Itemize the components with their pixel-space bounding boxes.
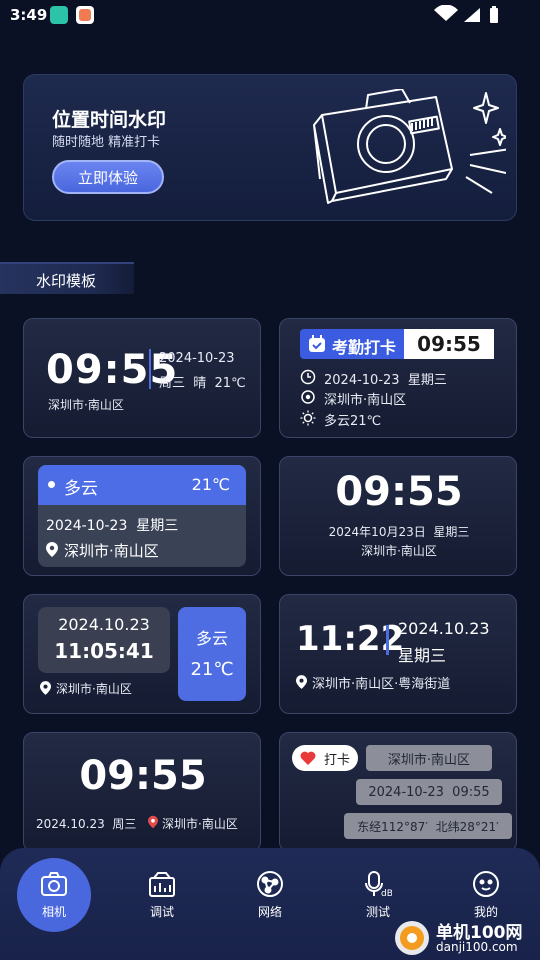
app-notification-icon xyxy=(50,6,68,24)
weather-label: 多云 xyxy=(64,479,98,499)
template-location: 深圳市·南山区 xyxy=(56,682,132,696)
section-title: 水印模板 xyxy=(36,272,97,290)
nav-item-debug[interactable]: 调试 xyxy=(125,858,199,932)
app-notification-icon-2 xyxy=(76,6,94,24)
location-pill: 深圳市·南山区 xyxy=(366,745,492,771)
weather-dot-icon xyxy=(48,481,55,488)
template-card-5[interactable]: 2024.10.23 11:05:41 多云 21℃ 深圳市·南山区 xyxy=(23,594,261,714)
nav-label: 相机 xyxy=(41,905,66,919)
try-now-button[interactable]: 立即体验 xyxy=(52,160,164,194)
location-target-icon xyxy=(301,390,315,404)
clock-icon xyxy=(300,369,316,385)
watermark-logo-icon xyxy=(395,921,429,955)
template-date: 2024-10-23 xyxy=(159,351,235,366)
network-icon xyxy=(257,871,283,897)
weather-panel: 多云 21℃ 2024-10-23 星期三 深圳市·南山区 xyxy=(38,465,246,567)
template-card-4[interactable]: 09:55 2024年10月23日 星期三 深圳市·南山区 xyxy=(279,456,517,576)
template-card-7[interactable]: 09:55 2024.10.23 周三 深圳市·南山区 xyxy=(23,732,261,852)
coordinates-pill: 东经112°87′ 北纬28°21′ xyxy=(344,813,512,839)
promo-banner[interactable]: 位置时间水印 随时随地 精准打卡 立即体验 xyxy=(23,74,517,221)
sun-icon xyxy=(300,410,316,426)
template-date: 2024.10.23 xyxy=(398,619,490,638)
camera-illustration-icon xyxy=(313,89,506,204)
svg-text:dB: dB xyxy=(381,889,392,898)
site-watermark: 单机100网 danji100.com xyxy=(392,916,540,960)
banner-subtitle: 随时随地 精准打卡 xyxy=(52,135,161,150)
calendar-check-icon xyxy=(309,335,325,352)
banner-title: 位置时间水印 xyxy=(52,109,167,131)
template-location: 深圳市·南山区 xyxy=(162,817,238,831)
template-date: 2024-10-23 星期三 xyxy=(324,373,447,388)
template-date: 2024.10.23 xyxy=(58,615,150,634)
checkin-label: 打卡 xyxy=(324,753,351,768)
template-weather: 多云21℃ xyxy=(324,414,382,429)
template-date-weekday: 2024.10.23 周三 xyxy=(36,817,137,831)
template-weekday: 星期三 xyxy=(398,646,447,665)
nav-label: 调试 xyxy=(149,905,174,919)
template-location: 深圳市·南山区 xyxy=(64,542,159,560)
location-pin-icon xyxy=(296,675,307,689)
datetime-panel: 2024.10.23 11:05:41 xyxy=(38,607,170,673)
profile-icon xyxy=(473,871,499,897)
location-pin-icon xyxy=(148,815,158,829)
divider xyxy=(386,625,389,655)
watermark-url: danji100.com xyxy=(436,940,518,954)
weather-label: 多云 xyxy=(195,629,228,648)
status-time: 3:49 xyxy=(10,6,48,24)
nav-label: 网络 xyxy=(257,905,282,919)
weather-header: 多云 21℃ xyxy=(38,465,246,505)
template-weekday-weather: 周三 晴 21℃ xyxy=(159,376,246,391)
template-card-6[interactable]: 11:22 2024.10.23 星期三 深圳市·南山区·粤海街道 xyxy=(279,594,517,714)
section-header-watermark-templates: 水印模板 xyxy=(0,262,134,294)
temperature: 21℃ xyxy=(190,659,234,680)
template-time: 09:55 xyxy=(79,753,207,799)
weather-panel: 多云 21℃ xyxy=(178,607,246,701)
debug-icon xyxy=(149,872,175,897)
temperature: 21℃ xyxy=(191,475,230,494)
template-date: 2024-10-23 星期三 xyxy=(46,518,179,534)
template-card-1[interactable]: 09:55 2024-10-23 周三 晴 21℃ 深圳市·南山区 xyxy=(23,318,261,438)
checkin-tag: 打卡 xyxy=(292,745,358,771)
template-card-3[interactable]: 多云 21℃ 2024-10-23 星期三 深圳市·南山区 xyxy=(23,456,261,576)
camera-icon xyxy=(41,872,67,896)
nav-item-network[interactable]: 网络 xyxy=(233,858,307,932)
heart-icon xyxy=(300,751,316,765)
template-time: 09:55 xyxy=(335,469,463,515)
nav-item-camera[interactable]: 相机 xyxy=(17,858,91,932)
system-status-icons xyxy=(434,5,498,23)
template-time: 11:05:41 xyxy=(54,639,154,663)
template-location: 深圳市·南山区·粤海街道 xyxy=(312,677,451,692)
status-bar: 3:49 xyxy=(0,0,540,32)
template-date: 2024年10月23日 星期三 xyxy=(328,525,470,539)
location-pin-icon xyxy=(40,681,51,695)
attendance-label: 考勤打卡 xyxy=(332,338,397,357)
template-location: 深圳市·南山区 xyxy=(48,398,124,412)
location-pin-icon xyxy=(46,542,58,557)
template-card-2[interactable]: 考勤打卡 09:55 2024-10-23 星期三 深圳市·南山区 多云21℃ xyxy=(279,318,517,438)
template-location: 深圳市·南山区 xyxy=(361,544,437,558)
template-card-8[interactable]: 打卡 深圳市·南山区 2024-10-23 09:55 东经112°87′ 北纬… xyxy=(279,732,517,852)
divider xyxy=(149,349,151,389)
db-test-icon: dB xyxy=(365,871,392,898)
template-location: 深圳市·南山区 xyxy=(324,393,407,408)
datetime-pill: 2024-10-23 09:55 xyxy=(356,779,502,805)
template-time: 09:55 xyxy=(404,329,494,359)
